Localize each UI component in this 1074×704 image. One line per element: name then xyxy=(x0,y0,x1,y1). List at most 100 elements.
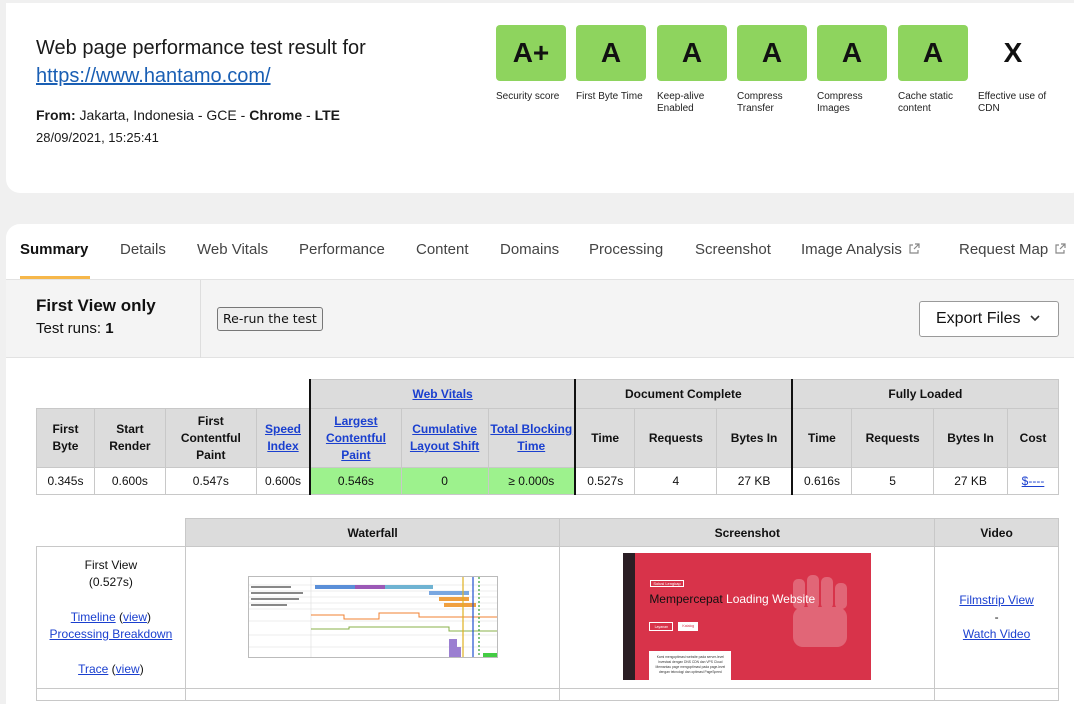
header-video: Video xyxy=(934,518,1059,547)
cost-link[interactable]: $---- xyxy=(1022,474,1045,488)
tbt-link[interactable]: Total Blocking Time xyxy=(490,422,572,453)
grade-label: First Byte Time xyxy=(576,91,643,102)
active-tab-indicator xyxy=(20,276,90,279)
value-cls: 0 xyxy=(400,467,489,495)
thumb-card: Kami mengoptimasi website pada server-le… xyxy=(649,651,732,680)
timeline-view-link[interactable]: view xyxy=(123,610,147,624)
waterfall-chart-image xyxy=(248,577,497,657)
group-document-complete: Document Complete xyxy=(574,379,793,409)
value-fl-time: 0.616s xyxy=(791,467,853,495)
export-files-dropdown[interactable]: Export Files xyxy=(919,301,1059,337)
value-dc-requests: 4 xyxy=(634,467,718,495)
video-cell: Filmstrip View - Watch Video xyxy=(934,546,1059,689)
thumb-button-2: Katalog xyxy=(678,622,699,631)
grade-compress-images[interactable]: A Compress Images xyxy=(817,25,889,115)
col-speed-index: Speed Index xyxy=(255,408,311,468)
col-fl-time: Time xyxy=(791,408,853,468)
test-date: 28/09/2021, 15:25:41 xyxy=(36,130,159,145)
watch-video-link[interactable]: Watch Video xyxy=(963,627,1030,641)
grade-badge: A xyxy=(817,25,887,81)
trace-link[interactable]: Trace xyxy=(78,662,108,676)
test-location: From: Jakarta, Indonesia - GCE - Chrome … xyxy=(36,107,340,123)
browser-name: Chrome xyxy=(249,107,303,123)
tested-url-link[interactable]: https://www.hantamo.com/ xyxy=(36,65,271,88)
grade-badge: A xyxy=(576,25,646,81)
media-table: Waterfall Screenshot Video First View (0… xyxy=(36,518,1059,701)
thumb-fist-illustration xyxy=(793,575,848,647)
lcp-link[interactable]: Largest Contentful Paint xyxy=(326,414,386,462)
waterfall-thumbnail[interactable] xyxy=(247,576,498,658)
col-lcp: Largest Contentful Paint xyxy=(309,408,402,468)
test-runs: Test runs: 1 xyxy=(36,320,114,337)
tab-image-analysis[interactable]: Image Analysis xyxy=(801,241,920,258)
first-view-cell: First View (0.527s) Timeline (view) Proc… xyxy=(36,546,186,689)
tab-processing[interactable]: Processing xyxy=(589,241,663,258)
speed-index-link[interactable]: Speed Index xyxy=(265,422,301,453)
rerun-test-button[interactable]: Re-run the test xyxy=(217,307,323,331)
header-screenshot: Screenshot xyxy=(559,518,936,547)
value-fl-requests: 5 xyxy=(851,467,935,495)
screenshot-thumbnail[interactable]: Solusi Lengkap Mempercepat Loading Websi… xyxy=(623,553,872,680)
col-tbt: Total Blocking Time xyxy=(487,408,576,468)
metrics-table: Web Vitals Document Complete Fully Loade… xyxy=(36,379,1060,495)
tab-domains[interactable]: Domains xyxy=(500,241,559,258)
grade-label: Effective use of CDN xyxy=(978,91,1047,114)
separator: - xyxy=(302,107,315,123)
empty-header xyxy=(36,518,186,547)
grade-label: Compress Transfer xyxy=(737,91,783,114)
external-link-icon xyxy=(909,243,920,254)
value-dc-time: 0.527s xyxy=(574,467,636,495)
tab-web-vitals[interactable]: Web Vitals xyxy=(197,241,268,258)
waterfall-cell xyxy=(184,546,561,689)
grade-compress-transfer[interactable]: A Compress Transfer xyxy=(737,25,809,115)
filmstrip-view-link[interactable]: Filmstrip View xyxy=(959,593,1033,607)
media-header-row: Waterfall Screenshot Video xyxy=(36,518,1059,547)
location-text: Jakarta, Indonesia - GCE - xyxy=(75,107,250,123)
grade-cdn[interactable]: X Effective use of CDN xyxy=(978,25,1050,115)
tab-summary[interactable]: Summary xyxy=(20,241,88,258)
grade-label: Keep-alive Enabled xyxy=(657,91,705,114)
from-label: From: xyxy=(36,107,76,123)
col-first-byte: First Byte xyxy=(36,408,95,468)
web-vitals-link[interactable]: Web Vitals xyxy=(412,387,472,401)
tab-screenshot[interactable]: Screenshot xyxy=(695,241,771,258)
processing-breakdown-link[interactable]: Processing Breakdown xyxy=(50,627,173,641)
grade-label: Cache static content xyxy=(898,91,954,114)
view-title: First View only xyxy=(36,296,156,315)
grade-label: Security score xyxy=(496,91,560,102)
trace-view-link[interactable]: view xyxy=(116,662,140,676)
group-web-vitals: Web Vitals xyxy=(309,379,576,409)
value-cost: $---- xyxy=(1006,467,1060,495)
grade-security[interactable]: A+ Security score xyxy=(496,25,568,103)
tab-performance[interactable]: Performance xyxy=(299,241,385,258)
result-header: Web page performance test result for htt… xyxy=(6,3,1074,193)
col-dc-time: Time xyxy=(574,408,636,468)
value-tbt: ≥ 0.000s xyxy=(487,467,576,495)
value-start-render: 0.600s xyxy=(93,467,166,495)
col-fl-bytes: Bytes In xyxy=(933,408,1008,468)
header-waterfall: Waterfall xyxy=(184,518,561,547)
col-dc-requests: Requests xyxy=(634,408,718,468)
grade-badge: A xyxy=(737,25,807,81)
value-fcp: 0.547s xyxy=(164,467,257,495)
cls-link[interactable]: Cumulative Layout Shift xyxy=(410,422,479,453)
grade-badge: X xyxy=(1003,37,1023,68)
grade-first-byte[interactable]: A First Byte Time xyxy=(576,25,648,103)
thumb-button-1: Layanan xyxy=(649,622,674,631)
divider xyxy=(200,280,201,358)
grade-keep-alive[interactable]: A Keep-alive Enabled xyxy=(657,25,729,115)
timeline-link[interactable]: Timeline xyxy=(71,610,116,624)
grade-cache-static[interactable]: A Cache static content xyxy=(898,25,970,115)
runs-value: 1 xyxy=(105,320,114,337)
first-view-label: First View xyxy=(84,558,138,572)
tab-details[interactable]: Details xyxy=(120,241,166,258)
page-title: Web page performance test result for xyxy=(36,37,366,59)
value-lcp: 0.546s xyxy=(309,467,402,495)
test-info-strip: First View only Test runs: 1 Re-run the … xyxy=(6,280,1074,358)
thumb-heading-bold: Mempercepat xyxy=(649,592,723,606)
runs-label: Test runs: xyxy=(36,320,106,337)
metrics-value-row: 0.345s 0.600s 0.547s 0.600s 0.546s 0 ≥ 0… xyxy=(36,467,1060,495)
tab-content[interactable]: Content xyxy=(416,241,469,258)
value-dc-bytes: 27 KB xyxy=(716,467,793,495)
tab-request-map[interactable]: Request Map xyxy=(959,241,1066,258)
